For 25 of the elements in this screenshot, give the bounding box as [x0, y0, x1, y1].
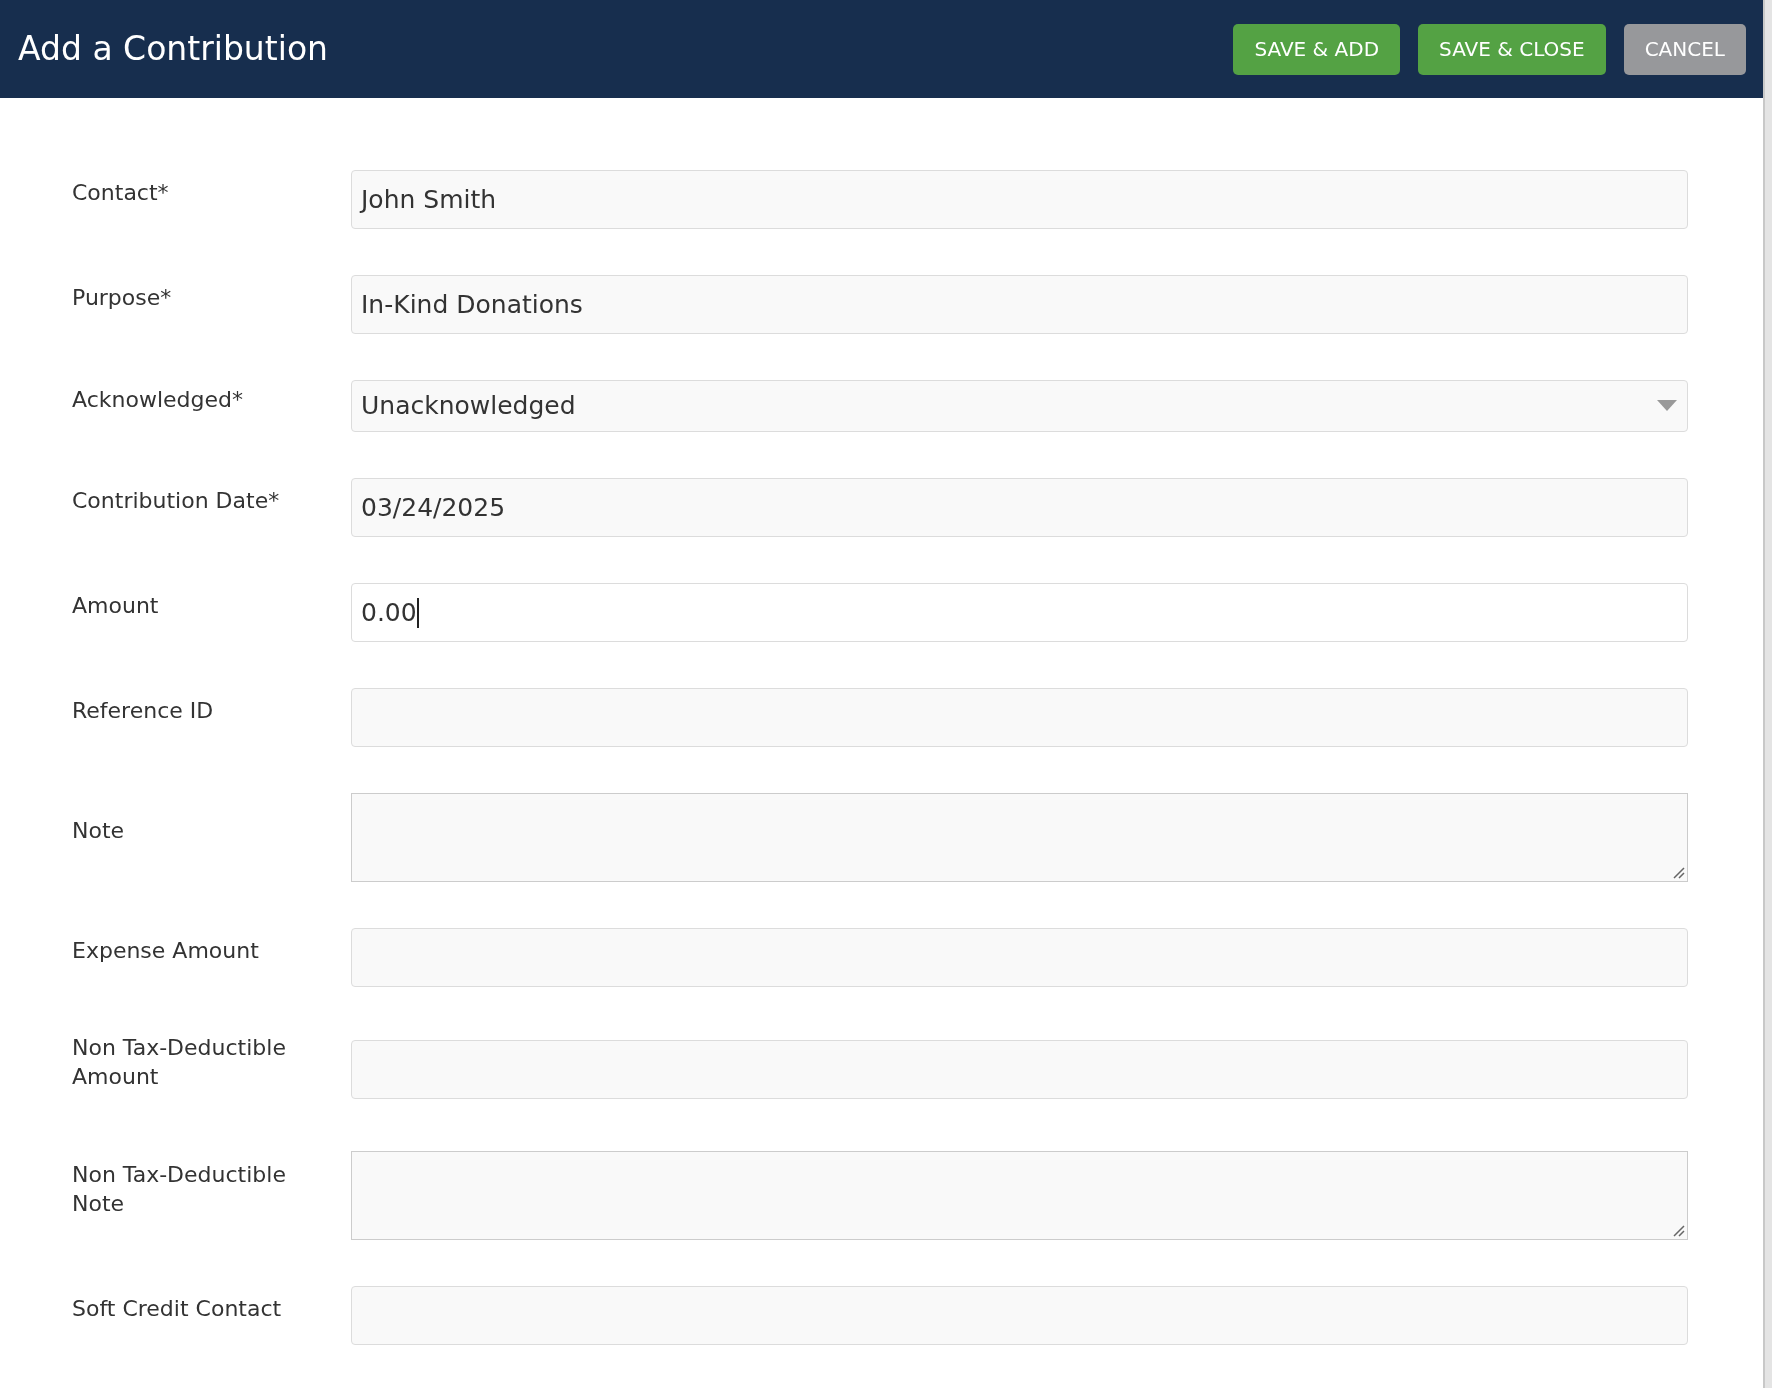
input-field[interactable]: [351, 928, 1688, 987]
dialog-title: Add a Contribution: [18, 29, 328, 69]
dropdown-arrow-icon: [1657, 400, 1677, 412]
field-label: Note: [72, 817, 126, 845]
field-label: Non Tax-Deductible Amount: [72, 1034, 287, 1091]
field-label: Acknowledged*: [72, 385, 244, 414]
input-field[interactable]: John Smith: [351, 170, 1688, 229]
field-label: Purpose*: [72, 284, 173, 312]
dropdown[interactable]: Unacknowledged: [351, 380, 1688, 432]
field-label: Non Tax-Deductible Note: [72, 1160, 287, 1218]
field-label: Amount: [72, 592, 160, 620]
input-field[interactable]: 03/24/2025: [351, 478, 1688, 537]
input-field[interactable]: [351, 688, 1688, 747]
input-field[interactable]: In-Kind Donations: [351, 275, 1688, 334]
field-label: Expense Amount: [72, 937, 260, 965]
field-label: Reference ID: [72, 697, 215, 725]
scrollbar[interactable]: [1763, 0, 1772, 1388]
resize-grip-icon[interactable]: [1673, 867, 1685, 879]
input-field[interactable]: 0.00: [351, 583, 1688, 642]
field-label: Soft Credit Contact: [72, 1295, 283, 1323]
input-field[interactable]: [351, 1286, 1688, 1345]
field-label: Contribution Date*: [72, 487, 281, 515]
field-label: Contact*: [72, 179, 170, 207]
resize-grip-icon[interactable]: [1673, 1225, 1685, 1237]
input-field[interactable]: [351, 1039, 1688, 1099]
